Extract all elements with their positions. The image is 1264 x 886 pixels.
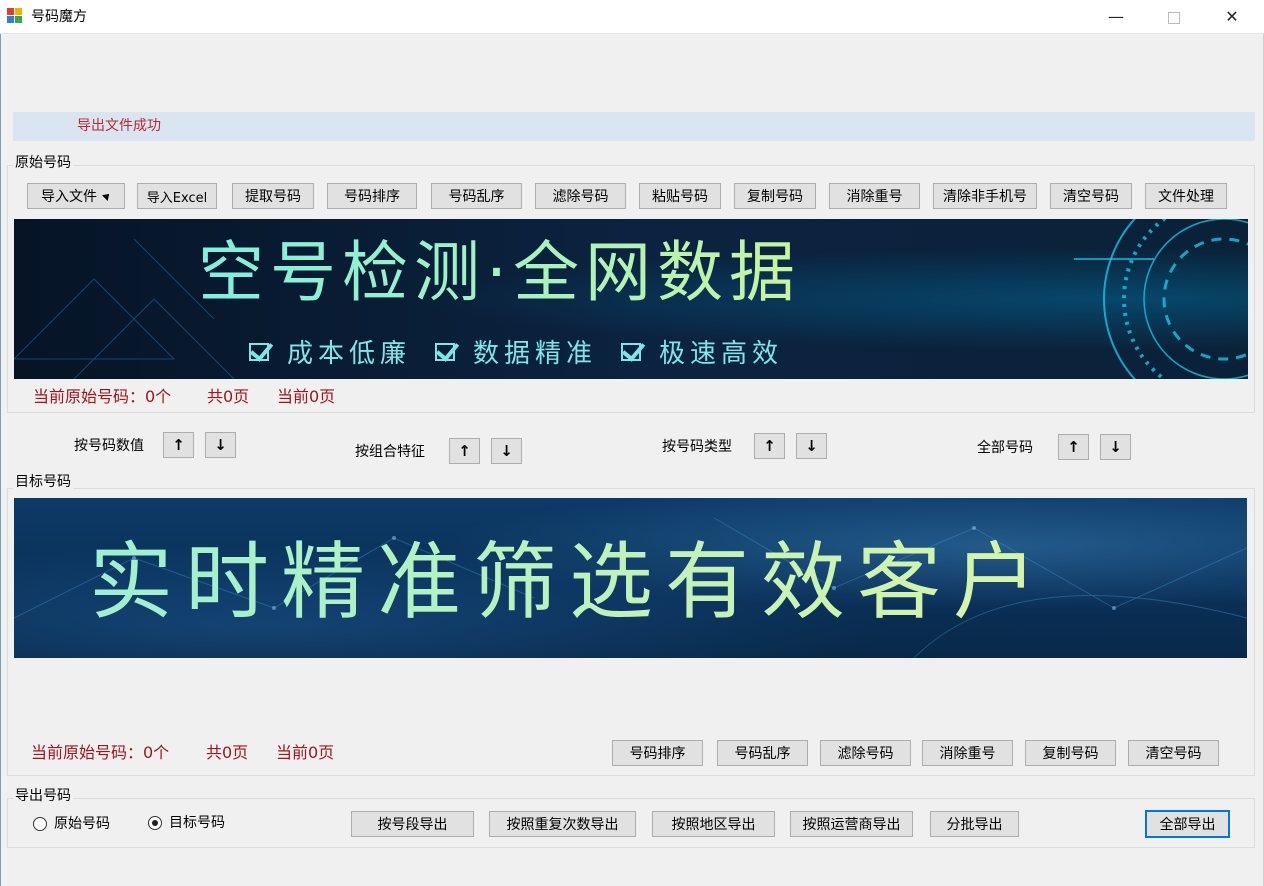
- banner-features: 成本低廉 数据精准 极速高效: [249, 333, 783, 369]
- export-by-carrier-button[interactable]: 按照运营商导出: [790, 811, 913, 837]
- original-count-text: 当前原始号码：0个: [33, 387, 172, 406]
- check-box-icon: [249, 337, 275, 363]
- sort-by-combination-label: 按组合特征: [355, 444, 425, 460]
- export-by-segment-button[interactable]: 按号段导出: [351, 811, 474, 837]
- export-all-button[interactable]: 全部导出: [1145, 810, 1230, 838]
- import-file-button[interactable]: 导入文件: [27, 183, 125, 209]
- check-box-icon: [621, 337, 647, 363]
- app-icon: [7, 8, 23, 24]
- original-current-page-text: 当前0页: [277, 387, 336, 406]
- filter-numbers-button[interactable]: 滤除号码: [535, 183, 626, 209]
- radio-original-numbers-label[interactable]: 原始号码: [54, 815, 110, 833]
- feature-label: 数据精准: [473, 338, 598, 369]
- feature-fast: 极速高效: [621, 333, 783, 369]
- radio-original-numbers[interactable]: [33, 817, 47, 831]
- target-pages-text: 共0页: [206, 743, 249, 762]
- check-box-icon: [435, 337, 461, 363]
- sort-by-combination-down-button[interactable]: ↓: [491, 438, 522, 464]
- feature-label: 成本低廉: [287, 338, 412, 369]
- sort-by-type-label: 按号码类型: [662, 439, 732, 455]
- target-shuffle-button[interactable]: 号码乱序: [717, 740, 808, 766]
- target-current-page-text: 当前0页: [276, 743, 335, 762]
- status-bar: [13, 112, 1255, 141]
- radio-target-numbers-label[interactable]: 目标号码: [169, 814, 225, 832]
- remove-duplicates-button[interactable]: 消除重号: [829, 183, 920, 209]
- sort-all-down-button[interactable]: ↓: [1100, 434, 1131, 460]
- target-filter-button[interactable]: 滤除号码: [820, 740, 911, 766]
- batch-export-button[interactable]: 分批导出: [930, 811, 1019, 837]
- dropdown-triangle-icon: [102, 191, 112, 201]
- file-processing-button[interactable]: 文件处理: [1145, 183, 1227, 209]
- sort-numbers-button[interactable]: 号码排序: [327, 183, 417, 209]
- target-clear-button[interactable]: 清空号码: [1128, 740, 1219, 766]
- feature-low-cost: 成本低廉: [249, 333, 411, 369]
- maximize-icon: [1168, 11, 1180, 24]
- sort-all-label: 全部号码: [977, 440, 1033, 456]
- window-left-edge: [0, 34, 1, 886]
- shuffle-numbers-button[interactable]: 号码乱序: [431, 183, 522, 209]
- title-bar: [0, 0, 1264, 34]
- export-label: 导出号码: [13, 787, 73, 805]
- maximize-button[interactable]: [1148, 0, 1200, 34]
- sort-all-up-button[interactable]: ↑: [1058, 434, 1089, 460]
- original-numbers-label: 原始号码: [13, 154, 73, 172]
- clear-non-mobile-button[interactable]: 清除非手机号: [933, 183, 1037, 209]
- promo-banner-empty-check: 空号检测·全网数据 成本低廉 数据精准 极速高效: [14, 219, 1248, 379]
- close-button[interactable]: ✕: [1206, 0, 1258, 34]
- sort-by-value-up-button[interactable]: ↑: [163, 432, 194, 458]
- target-count-text: 当前原始号码：0个: [31, 743, 170, 762]
- copy-numbers-button[interactable]: 复制号码: [734, 183, 816, 209]
- original-pages-text: 共0页: [207, 387, 250, 406]
- promo-banner-precise-filter: 实时精准筛选有效客户: [14, 498, 1247, 658]
- sort-by-type-down-button[interactable]: ↓: [796, 433, 827, 459]
- window-title: 号码魔方: [31, 9, 87, 25]
- target-numbers-label: 目标号码: [13, 473, 73, 491]
- feature-accurate: 数据精准: [435, 333, 597, 369]
- target-sort-button[interactable]: 号码排序: [612, 740, 703, 766]
- sort-by-value-label: 按号码数值: [74, 438, 144, 454]
- target-copy-button[interactable]: 复制号码: [1025, 740, 1116, 766]
- sort-by-type-up-button[interactable]: ↑: [754, 433, 785, 459]
- import-file-label: 导入文件: [41, 189, 97, 205]
- export-by-repeat-count-button[interactable]: 按照重复次数导出: [489, 811, 636, 837]
- clear-numbers-button[interactable]: 清空号码: [1050, 183, 1132, 209]
- feature-label: 极速高效: [659, 338, 784, 369]
- sort-by-combination-up-button[interactable]: ↑: [449, 438, 480, 464]
- target-remove-duplicates-button[interactable]: 消除重号: [922, 740, 1013, 766]
- sort-by-value-down-button[interactable]: ↓: [205, 432, 236, 458]
- minimize-button[interactable]: —: [1090, 0, 1142, 34]
- export-by-region-button[interactable]: 按照地区导出: [652, 811, 775, 837]
- import-excel-button[interactable]: 导入Excel: [137, 183, 217, 209]
- banner-title: 空号检测·全网数据: [198, 234, 801, 311]
- extract-numbers-button[interactable]: 提取号码: [232, 183, 314, 209]
- radio-target-numbers[interactable]: [148, 816, 162, 830]
- status-message: 导出文件成功: [77, 118, 161, 134]
- banner-title: 实时精准筛选有效客户: [89, 533, 1050, 631]
- paste-numbers-button[interactable]: 粘贴号码: [639, 183, 721, 209]
